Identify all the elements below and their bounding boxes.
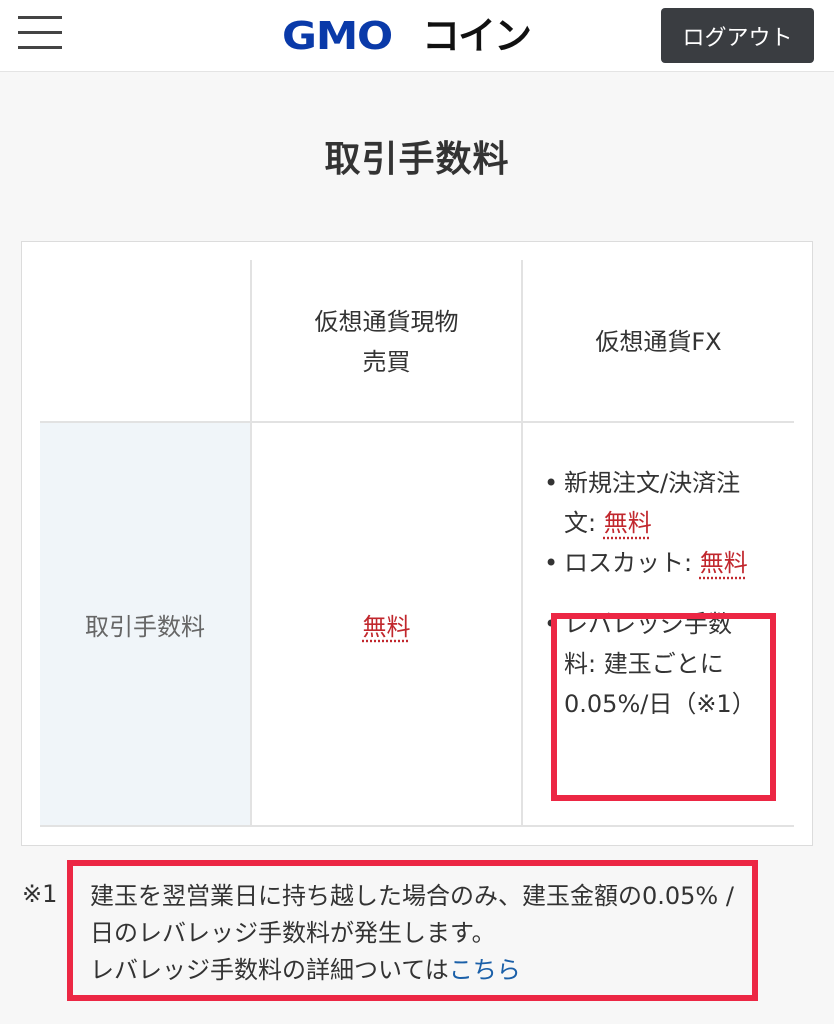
gmo-coin-logo[interactable]: GMO コイン [282,14,532,58]
list-item: 新規注文/決済注文: 無料 [538,463,756,543]
hamburger-menu-icon[interactable] [18,12,62,52]
column-header-spot: 仮想通貨現物 売買 [314,307,459,376]
menu-bar-bottom [18,46,62,49]
highlight-box-leverage [551,613,776,801]
fx-item-label: 新規注文/決済注文: [564,469,741,537]
spot-fee-value[interactable]: 無料 [363,607,411,642]
fx-item-label: ロスカット: [564,549,700,577]
top-header: GMO コイン ログアウト [0,0,834,72]
row-header-trading-fee: 取引手数料 [40,423,250,825]
grid-line [40,825,794,827]
column-header-fx: 仮想通貨FX [595,327,722,356]
logo-brand: GMO [282,14,393,58]
list-item: ロスカット: 無料 [538,543,756,583]
highlight-box-footnote [67,860,758,1001]
spot-fee-cell: 無料 [252,423,521,825]
logout-button[interactable]: ログアウト [661,8,814,63]
menu-bar-middle [18,31,62,34]
page-title: 取引手数料 [324,139,510,180]
footnote-mark: ※1 [22,880,58,908]
menu-bar-top [18,16,62,19]
fx-item-value[interactable]: 無料 [604,509,652,537]
fx-item-value[interactable]: 無料 [700,549,748,577]
